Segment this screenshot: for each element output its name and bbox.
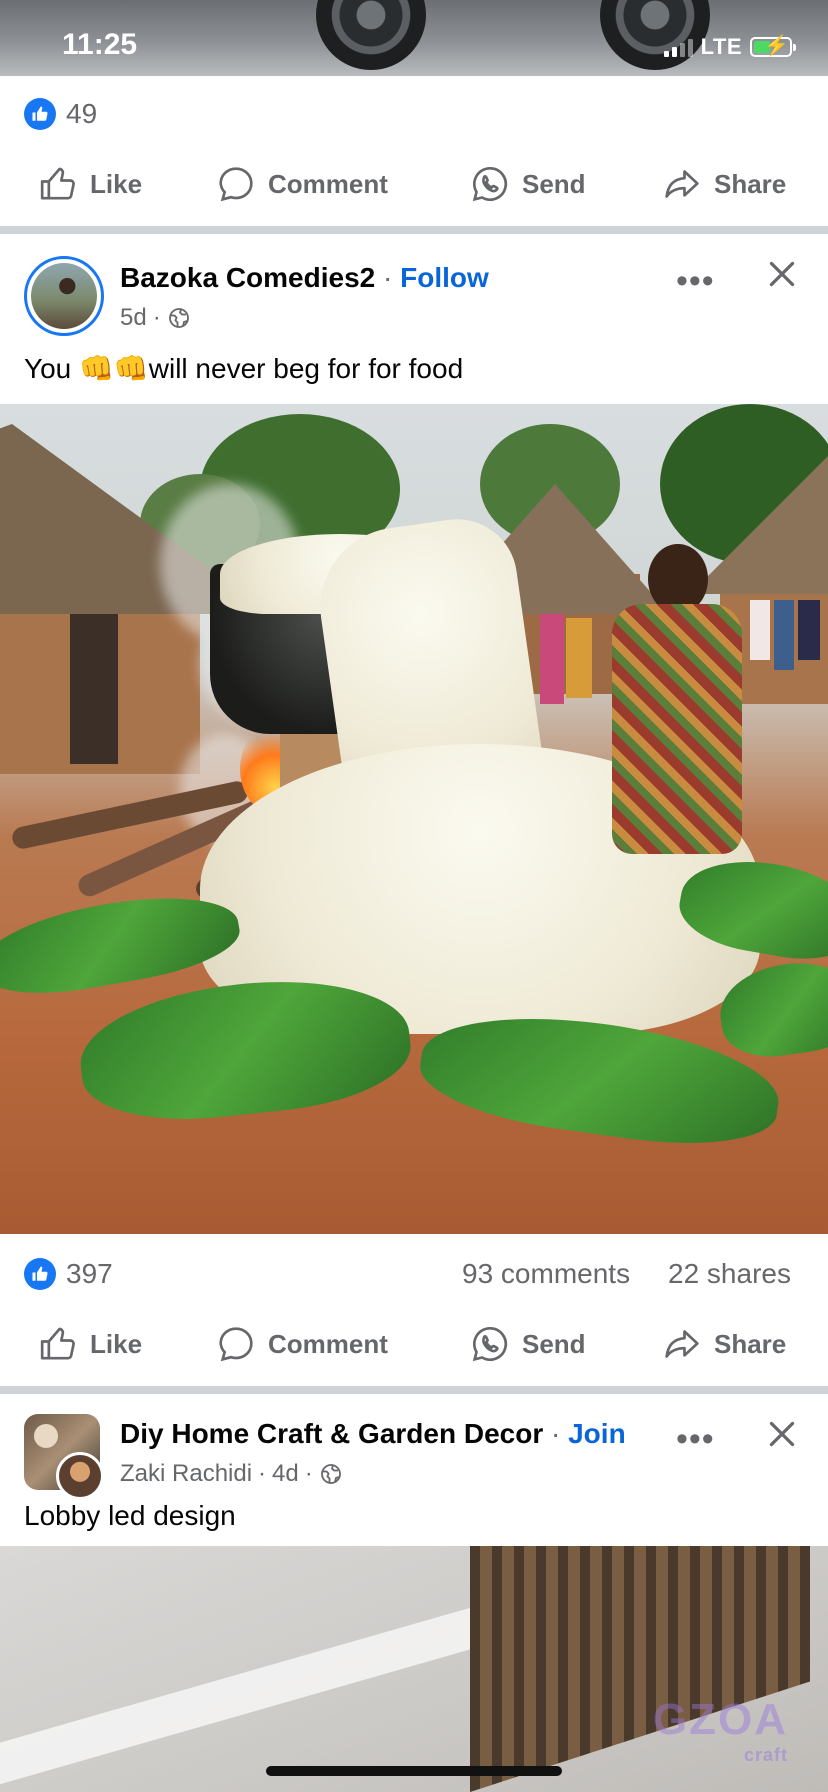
post-reactions[interactable]: 397 — [24, 1258, 113, 1290]
like-button[interactable]: Like — [38, 1324, 142, 1364]
like-label: Like — [90, 1328, 143, 1359]
title-separator: · — [551, 1418, 561, 1449]
post-header-title: Bazoka Comedies2 · Follow — [120, 262, 489, 294]
like-count: 49 — [66, 98, 98, 129]
network-type: LTE — [700, 34, 742, 59]
more-options-icon[interactable]: ••• — [676, 1420, 715, 1459]
whatsapp-icon — [472, 1326, 508, 1362]
meta-dot: · — [152, 304, 161, 331]
like-label: Like — [90, 168, 143, 199]
comment-button[interactable]: Comment — [216, 1324, 388, 1364]
status-time: 11:25 — [62, 28, 138, 61]
more-options-icon[interactable]: ••• — [676, 262, 715, 301]
feed-separator — [0, 226, 828, 234]
comment-label: Comment — [268, 1328, 388, 1359]
feed-separator — [0, 1386, 828, 1394]
home-indicator[interactable] — [266, 1766, 562, 1776]
group-name[interactable]: Diy Home Craft & Garden Decor — [120, 1418, 543, 1449]
watermark: GZOA craft — [653, 1695, 788, 1766]
like-icon — [40, 167, 75, 200]
meta-dot: · — [258, 1460, 267, 1487]
whatsapp-icon — [472, 166, 508, 202]
fist-emoji: 👊👊 — [79, 353, 149, 384]
title-separator: · — [383, 262, 393, 293]
signal-icon — [663, 37, 693, 57]
globe-icon — [320, 1464, 341, 1484]
follow-button[interactable]: Follow — [400, 262, 489, 293]
like-icon — [40, 1327, 75, 1360]
like-button[interactable]: Like — [38, 164, 142, 204]
tire-graphic — [316, 0, 426, 70]
comment-icon — [219, 1327, 253, 1362]
send-button[interactable]: Send — [470, 164, 586, 204]
share-label: Share — [714, 1328, 787, 1359]
post-caption: Lobby led design — [24, 1500, 236, 1531]
watermark-text: GZOA — [652, 1695, 788, 1744]
close-icon[interactable] — [764, 256, 800, 297]
like-count: 397 — [66, 1258, 113, 1289]
join-button[interactable]: Join — [568, 1418, 626, 1449]
meta-dot: · — [304, 1460, 313, 1487]
comment-icon — [219, 167, 253, 202]
page-name[interactable]: Bazoka Comedies2 — [120, 262, 375, 293]
status-indicators: LTE ⚡ — [663, 34, 796, 60]
send-label: Send — [522, 1328, 586, 1359]
page-avatar[interactable] — [24, 256, 104, 336]
share-button[interactable]: Share — [662, 1324, 786, 1364]
comments-count[interactable]: 93 comments — [462, 1258, 630, 1290]
watermark-subtext: craft — [743, 1745, 788, 1765]
like-reaction-icon — [24, 98, 56, 130]
share-icon — [665, 170, 699, 198]
comment-button[interactable]: Comment — [216, 164, 388, 204]
post-time[interactable]: 4d — [272, 1460, 299, 1488]
shares-count[interactable]: 22 shares — [668, 1258, 791, 1290]
post-meta: Zaki Rachidi · 4d · — [120, 1460, 343, 1488]
share-icon — [665, 1330, 699, 1358]
post-time[interactable]: 5d — [120, 304, 147, 332]
caption-end: will never beg for for food — [148, 353, 464, 384]
send-label: Send — [522, 168, 586, 199]
prev-reactions[interactable]: 49 — [24, 98, 97, 130]
author-avatar[interactable] — [56, 1452, 104, 1500]
post-caption: You 👊👊will never beg for for food — [24, 352, 463, 385]
caption-start: You — [24, 353, 80, 384]
post-image[interactable] — [0, 404, 828, 1234]
share-label: Share — [714, 168, 787, 199]
share-button[interactable]: Share — [662, 164, 786, 204]
post-meta: 5d · — [120, 304, 191, 332]
send-button[interactable]: Send — [470, 1324, 586, 1364]
globe-icon — [168, 308, 189, 328]
like-reaction-icon — [24, 1258, 56, 1290]
post-header-title: Diy Home Craft & Garden Decor · Join — [120, 1418, 626, 1450]
battery-icon: ⚡ — [750, 36, 796, 57]
comment-label: Comment — [268, 168, 388, 199]
author-name[interactable]: Zaki Rachidi — [120, 1460, 252, 1488]
close-icon[interactable] — [764, 1416, 800, 1457]
post-image[interactable]: GZOA craft — [0, 1546, 828, 1792]
